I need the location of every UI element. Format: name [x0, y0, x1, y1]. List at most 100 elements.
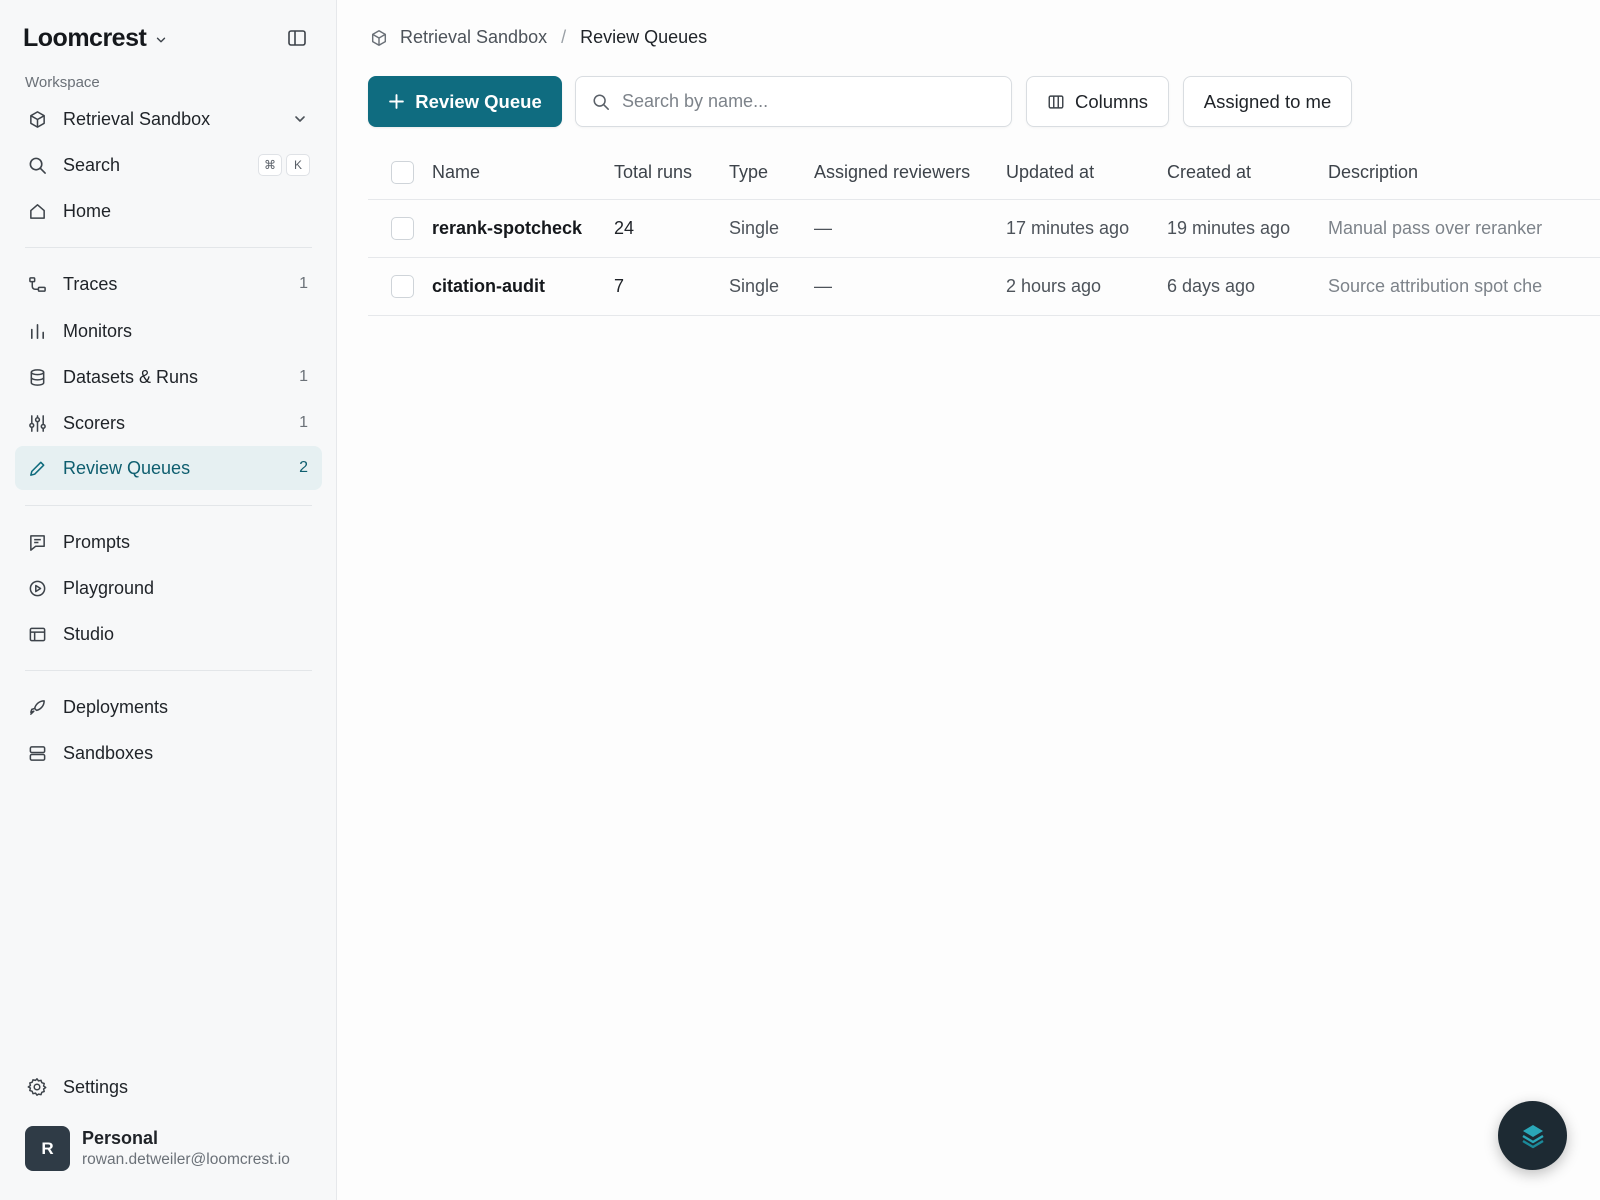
sidebar-divider [25, 505, 312, 506]
pencil-icon [27, 458, 47, 478]
sidebar: Loomcrest Workspace Retrieval Sandbox Se… [0, 0, 337, 1200]
queue-type: Single [729, 276, 780, 296]
home-icon [27, 201, 47, 221]
sidebar-item-datasets[interactable]: Datasets & Runs 1 [15, 355, 322, 399]
plus-icon [389, 94, 405, 109]
sidebar-item-studio[interactable]: Studio [15, 612, 322, 656]
avatar: R [25, 1126, 70, 1171]
search-field[interactable] [575, 76, 1012, 127]
layers-icon [1521, 1124, 1544, 1148]
help-assistant-button[interactable] [1498, 1101, 1567, 1170]
assigned-to-me-label: Assigned to me [1203, 90, 1332, 112]
column-header-total-runs[interactable]: Total runs [614, 145, 692, 199]
select-all-checkbox[interactable] [391, 160, 414, 184]
queue-name[interactable]: rerank-spotcheck [432, 200, 582, 257]
column-header-assigned-reviewers[interactable]: Assigned reviewers [814, 145, 970, 199]
message-icon [27, 532, 47, 552]
row-checkbox[interactable] [391, 275, 414, 298]
column-header-updated-at[interactable]: Updated at [1006, 145, 1094, 199]
sidebar-item-search[interactable]: Search ⌘ K [15, 143, 322, 187]
layout-icon [27, 624, 47, 644]
workspace-label: Workspace [25, 74, 100, 91]
queue-type: Single [729, 218, 780, 238]
project-selector[interactable]: Retrieval Sandbox [15, 97, 322, 141]
table-row[interactable]: rerank-spotcheck 24 Single — 17 minutes … [368, 200, 1600, 258]
sidebar-item-review-queues[interactable]: Review Queues 2 [15, 446, 322, 490]
columns-label: Columns [1075, 90, 1148, 112]
queue-name[interactable]: citation-audit [432, 258, 545, 315]
sidebar-item-prompts[interactable]: Prompts [15, 520, 322, 564]
created-at: 19 minutes ago [1167, 218, 1291, 238]
sidebar-item-label: Studio [63, 623, 115, 644]
sidebar-item-deployments[interactable]: Deployments [15, 685, 322, 729]
breadcrumb-separator: / [561, 27, 567, 47]
cube-icon [27, 109, 47, 129]
user-email: rowan.detweiler@loomcrest.io [82, 1150, 290, 1168]
sidebar-item-label: Review Queues [63, 457, 191, 478]
brand-name: Loomcrest [23, 24, 147, 52]
sidebar-item-home[interactable]: Home [15, 189, 322, 233]
search-icon [27, 155, 47, 175]
user-menu[interactable]: R Personal rowan.detweiler@loomcrest.io [25, 1126, 290, 1171]
assigned-reviewers: — [814, 218, 832, 238]
breadcrumb-project-link[interactable]: Retrieval Sandbox [400, 27, 547, 48]
table-row[interactable]: citation-audit 7 Single — 2 hours ago 6 … [368, 258, 1600, 316]
workspace-switcher[interactable]: Loomcrest [23, 24, 168, 53]
cube-icon [371, 29, 387, 46]
sidebar-item-sandboxes[interactable]: Sandboxes [15, 731, 322, 775]
sidebar-item-label: Settings [63, 1076, 129, 1097]
sidebar-item-label: Deployments [63, 696, 169, 717]
sidebar-item-playground[interactable]: Playground [15, 566, 322, 610]
sidebar-item-label: Prompts [63, 531, 131, 552]
sidebar-item-label: Playground [63, 577, 155, 598]
sidebar-item-label: Datasets & Runs [63, 366, 199, 387]
column-header-description[interactable]: Description [1328, 145, 1600, 199]
table-header: Name Total runs Type Assigned reviewers … [368, 145, 1600, 200]
updated-at: 2 hours ago [1006, 276, 1102, 296]
created-at: 6 days ago [1167, 276, 1256, 296]
sidebar-item-label: Traces [63, 273, 118, 294]
page-title: Review Queues [580, 27, 708, 47]
total-runs: 7 [614, 276, 625, 296]
search-icon [593, 93, 609, 110]
sidebar-item-label: Monitors [63, 320, 133, 341]
sidebar-item-label: Sandboxes [63, 742, 154, 763]
chevron-down-icon [157, 37, 166, 43]
sidebar-divider [25, 247, 312, 248]
sidebar-item-label: Home [63, 200, 112, 221]
play-circle-icon [27, 578, 47, 598]
breadcrumb: Retrieval Sandbox / Review Queues [370, 27, 707, 48]
column-header-created-at[interactable]: Created at [1167, 145, 1251, 199]
description: Source attribution spot che [1328, 276, 1543, 296]
gear-icon [27, 1077, 47, 1097]
main-content: Retrieval Sandbox / Review Queues Review… [338, 0, 1600, 1200]
sidebar-toggle-button[interactable] [286, 27, 308, 49]
sidebar-item-traces[interactable]: Traces 1 [15, 262, 322, 306]
sidebar-panel-icon [288, 30, 306, 46]
sidebar-item-settings[interactable]: Settings [15, 1065, 322, 1109]
chevron-down-icon [295, 116, 305, 122]
sidebar-item-label: Search [63, 154, 121, 175]
sliders-icon [27, 413, 47, 433]
search-input[interactable] [622, 91, 1002, 112]
sidebar-item-count: 1 [299, 414, 308, 431]
column-header-name[interactable]: Name [432, 145, 480, 199]
sidebar-divider [25, 670, 312, 671]
description: Manual pass over reranker [1328, 218, 1543, 238]
database-icon [27, 367, 47, 387]
add-review-queue-button[interactable]: Review Queue [368, 76, 562, 127]
column-header-type[interactable]: Type [729, 145, 768, 199]
updated-at: 17 minutes ago [1006, 218, 1130, 238]
project-name: Retrieval Sandbox [63, 108, 211, 129]
columns-button[interactable]: Columns [1026, 76, 1169, 127]
add-review-queue-label: Review Queue [415, 90, 542, 112]
row-checkbox[interactable] [391, 217, 414, 240]
review-queues-table: Name Total runs Type Assigned reviewers … [368, 145, 1600, 316]
assigned-to-me-filter[interactable]: Assigned to me [1183, 76, 1352, 127]
sidebar-item-scorers[interactable]: Scorers 1 [15, 401, 322, 445]
sidebar-item-label: Scorers [63, 412, 126, 433]
user-name: Personal [82, 1127, 159, 1148]
traces-icon [27, 274, 47, 294]
sidebar-item-count: 2 [299, 459, 308, 476]
sidebar-item-monitors[interactable]: Monitors [15, 309, 322, 353]
